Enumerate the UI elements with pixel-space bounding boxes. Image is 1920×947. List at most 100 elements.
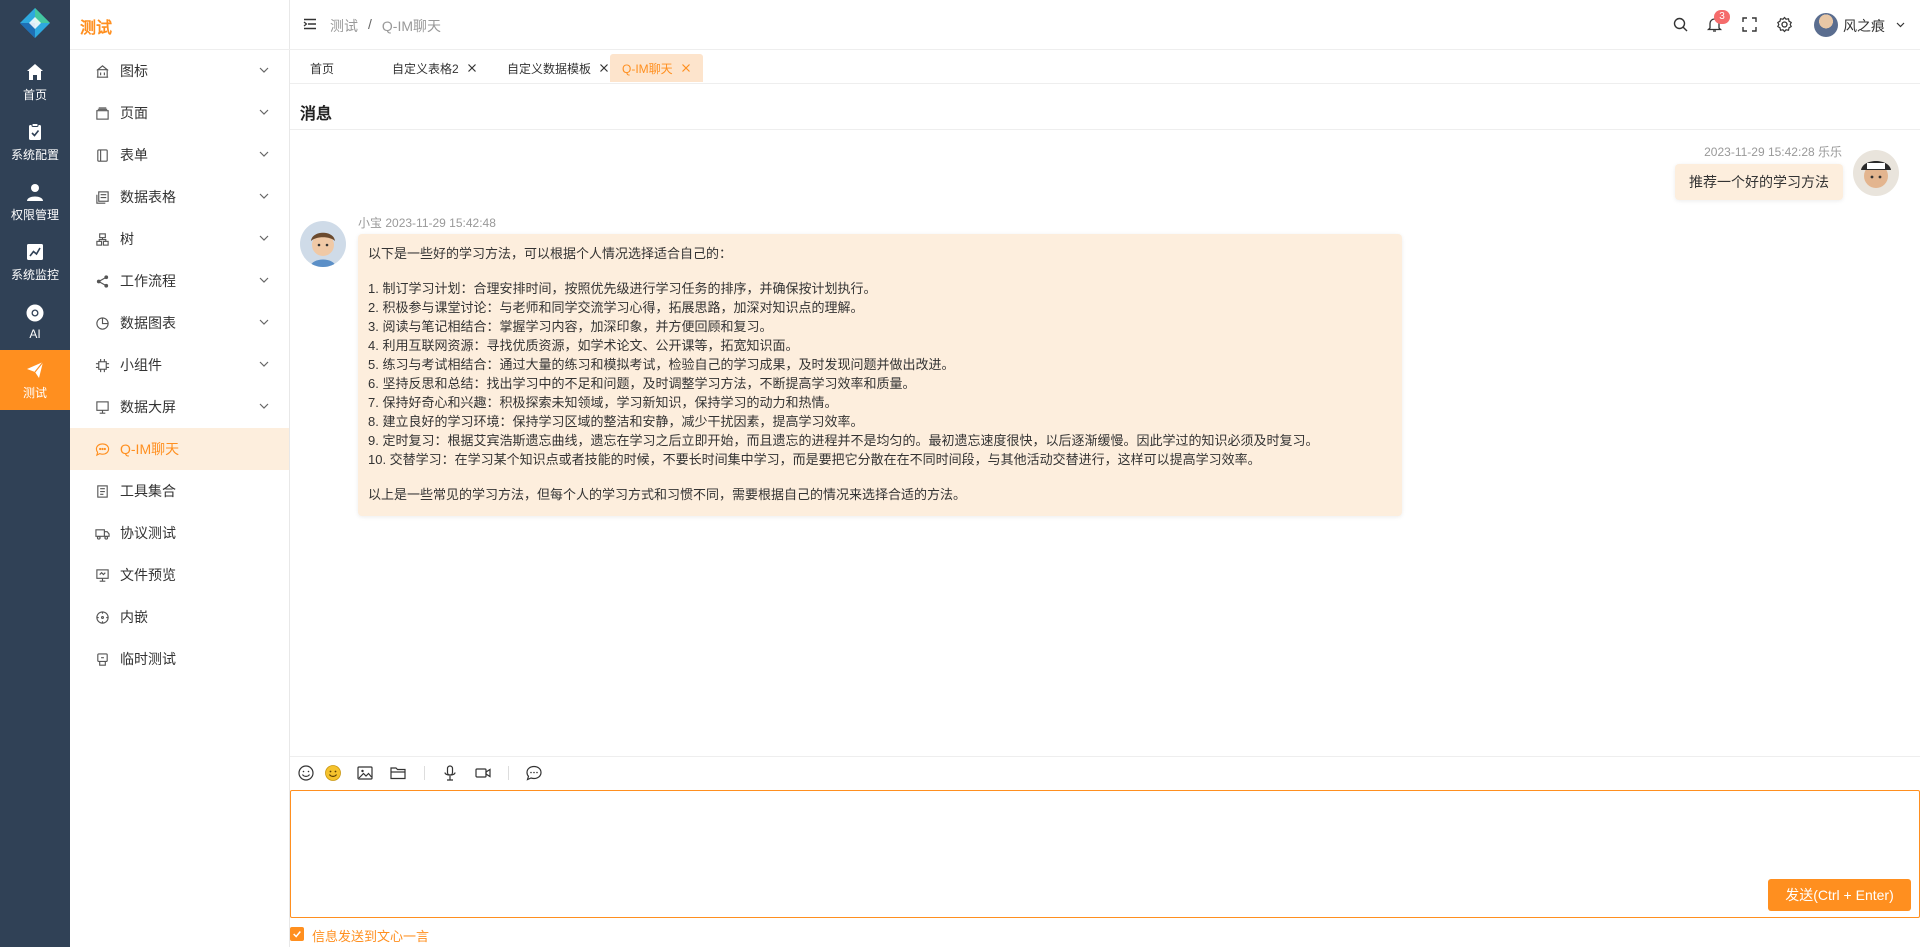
chevron-down-icon [259,193,269,199]
message-point: 1. 制订学习计划：合理安排时间，按照优先级进行学习任务的排序，并确保按计划执行… [368,281,877,296]
tab-label: 自定义表格2 [392,61,459,76]
chat-bubble-icon[interactable] [525,764,543,782]
rail-item-ai[interactable]: AI [0,292,70,352]
close-icon[interactable] [599,63,609,73]
search-icon[interactable] [1672,16,1689,33]
sidebar-item-temp-test[interactable]: 临时测试 [70,638,289,680]
sidebar-item-embedded[interactable]: 内嵌 [70,596,289,638]
image-icon[interactable] [356,764,374,782]
chat-icon [95,442,109,456]
chevron-down-icon [259,277,269,283]
share-icon [96,274,108,288]
tools-icon [96,484,108,498]
sidebar-item-widgets[interactable]: 小组件 [70,344,289,386]
rail-item-label: 系统配置 [10,147,59,162]
form-icon [96,148,108,162]
toolbar-separator [508,766,509,780]
user-icon [27,183,43,201]
tab-custom-table-2[interactable]: 自定义表格2 [380,54,489,82]
message-outro: 以上是一些常见的学习方法，但每个人的学习方式和习惯不同，需要根据自己的情况来选择… [368,487,967,502]
caret-down-icon[interactable] [1896,20,1905,29]
avatar[interactable] [300,221,346,267]
icon-rail: 首页 系统配置 权限管理 系统监控 AI 测试 [0,0,70,947]
chevron-down-icon [259,361,269,367]
clipboard-icon [29,122,41,140]
rail-item-test[interactable]: 测试 [0,350,70,410]
sidebar-item-label: 临时测试 [120,651,176,667]
page-icon [95,106,109,120]
check-icon [293,931,301,938]
page-title: 消息 [300,106,333,123]
sidebar-item-tree[interactable]: 树 [70,218,289,260]
sidebar-item-file-preview[interactable]: 文件预览 [70,554,289,596]
message-point: 7. 保持好奇心和兴趣：积极探索未知领域，学习新知识，保持学习的动力和热情。 [368,395,838,410]
sidebar-item-pages[interactable]: 页面 [70,92,289,134]
close-icon[interactable] [681,63,691,73]
folder-icon[interactable] [389,764,407,782]
tab-bar: 首页 自定义表格2 自定义数据模板 Q-IM聊天 [290,50,1920,84]
pie-icon [95,316,109,330]
notification-badge: 3 [1714,10,1730,24]
breadcrumb-item[interactable]: 测试 [330,16,358,36]
sidebar-item-forms[interactable]: 表单 [70,134,289,176]
tab-qim-chat[interactable]: Q-IM聊天 [610,54,703,82]
composer-divider [290,756,1920,757]
video-icon[interactable] [474,764,492,782]
tab-label: 首页 [310,61,335,76]
message-point: 3. 阅读与笔记相结合：掌握学习内容，加深印象，并方便回顾和复习。 [368,319,773,334]
sidebar-item-icons[interactable]: 图标 [70,50,289,92]
send-to-wenxin-checkbox[interactable] [290,927,304,941]
chevron-down-icon [259,235,269,241]
mic-icon[interactable] [441,764,459,782]
sidebar-item-data-chart[interactable]: 数据图表 [70,302,289,344]
sidebar-item-workflow[interactable]: 工作流程 [70,260,289,302]
checkbox-label[interactable]: 信息发送到文心一言 [312,926,429,945]
tab-label: 自定义数据模板 [507,61,592,76]
tree-icon [95,232,109,246]
user-avatar[interactable] [1814,13,1838,37]
message-bubble-left: 以下是一些好的学习方法，可以根据个人情况选择适合自己的： 1. 制订学习计划：合… [358,234,1402,516]
emoji-icon[interactable] [324,764,342,782]
table-icon [95,190,109,204]
chevron-down-icon [259,403,269,409]
rail-item-permissions[interactable]: 权限管理 [0,172,70,232]
tab-label: Q-IM聊天 [622,61,673,76]
avatar[interactable] [1853,150,1899,196]
message-point: 9. 定时复习：根据艾宾浩斯遗忘曲线，遗忘在学习之后立即开始，而且遗忘的进程并不… [368,433,1319,448]
temp-icon [96,652,108,666]
sidebar-item-qim-chat[interactable]: Q-IM聊天 [70,428,289,470]
sidebar-item-tools[interactable]: 工具集合 [70,470,289,512]
tab-custom-data-template[interactable]: 自定义数据模板 [495,54,621,82]
rail-item-label: 首页 [22,87,47,102]
sidebar-item-data-table[interactable]: 数据表格 [70,176,289,218]
send-button[interactable]: 发送(Ctrl + Enter) [1768,879,1911,911]
home-icon [27,63,43,80]
rail-item-home[interactable]: 首页 [0,52,70,112]
sidebar-item-data-screen[interactable]: 数据大屏 [70,386,289,428]
sidebar-item-label: 小组件 [120,357,162,373]
message-input[interactable] [290,790,1920,918]
smile-icon[interactable] [297,764,315,782]
user-name[interactable]: 风之痕 [1843,16,1885,36]
fullscreen-icon[interactable] [1741,16,1758,33]
sidebar-item-protocol-test[interactable]: 协议测试 [70,512,289,554]
message-text: 推荐一个好的学习方法 [1689,174,1829,190]
chevron-down-icon [259,67,269,73]
rail-item-system-config[interactable]: 系统配置 [0,112,70,172]
breadcrumb: 测试 / Q-IM聊天 [330,16,441,36]
tab-home[interactable]: 首页 [298,54,346,82]
sidebar: 测试 图标 页面 表单 数据表格 树 工作流程 数据图表 小组件 数据大屏 Q-… [70,0,290,947]
header: 测试 / Q-IM聊天 3 风之痕 [290,0,1920,50]
menu-toggle-icon[interactable] [302,16,318,32]
rail-item-monitor[interactable]: 系统监控 [0,232,70,292]
message-meta: 2023-11-29 15:42:28 乐乐 [1704,145,1842,159]
message-meta: 小宝 2023-11-29 15:42:48 [358,214,496,231]
sidebar-item-label: Q-IM聊天 [120,441,180,457]
chevron-down-icon [259,319,269,325]
compass-icon [95,610,109,624]
close-icon[interactable] [467,63,477,73]
sidebar-item-label: 协议测试 [120,525,176,541]
sidebar-item-label: 表单 [120,147,148,163]
gear-icon[interactable] [1776,16,1793,33]
rail-item-label: AI [29,327,41,341]
